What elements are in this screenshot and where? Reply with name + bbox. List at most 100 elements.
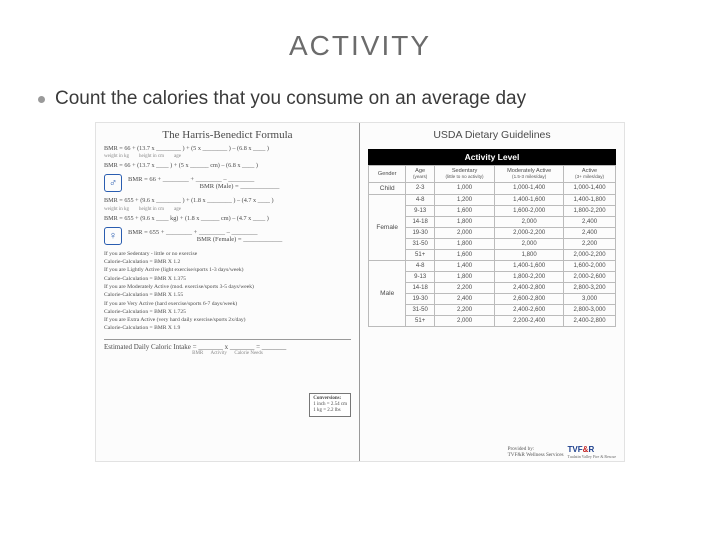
worksheet-image: The Harris-Benedict Formula BMR = 66 + (… [95,122,625,462]
note-line: Calorie-Calculation = BMR X 1.55 [104,292,351,299]
gender-cell: Female [369,194,406,260]
data-cell: 2,200 [564,238,616,249]
data-cell: 2,400 [564,227,616,238]
female-icon: ♀ [104,227,122,245]
note-line: If you are Extra Active (very hard daily… [104,317,351,324]
table-row: 31-502,2002,400-2,6002,800-3,000 [369,304,616,315]
harris-benedict-column: The Harris-Benedict Formula BMR = 66 + (… [96,123,360,461]
provided-org: TVF&R Wellness Services [508,452,564,458]
data-cell: 2,000-2,600 [564,271,616,282]
female-formula-1: BMR = 655 + (9.6 x ________ ) + (1.8 x _… [104,197,351,205]
female-formula-sub: weight in kg height in cm age [104,207,351,214]
tvfr-logo: TVF&R Tualatin Valley Fire & Rescue [568,445,616,459]
data-cell: 19-30 [406,293,435,304]
data-cell: 2-3 [406,182,435,194]
male-icon: ♂ [104,174,122,192]
conversions-box: Conversions: 1 inch = 2.54 cm 1 kg = 2.2… [309,393,351,417]
table-row: 51+2,0002,200-2,4002,400-2,800 [369,315,616,326]
table-header-row: Gender Age(years) Sedentary(little to no… [369,166,616,183]
data-cell: 1,200 [434,194,494,205]
data-cell: 2,000 [434,227,494,238]
data-cell: 1,400 [434,260,494,271]
bullet-item: Count the calories that you consume on a… [0,80,720,118]
th-sedentary: Sedentary(little to no activity) [434,166,494,183]
table-row: 9-131,6001,600-2,0001,800-2,200 [369,205,616,216]
data-cell: 2,600-2,800 [495,293,564,304]
data-cell: 2,800-3,200 [564,282,616,293]
right-heading: USDA Dietary Guidelines [368,129,616,145]
table-row: 9-131,8001,800-2,2002,000-2,600 [369,271,616,282]
table-row: 14-181,8002,0002,400 [369,216,616,227]
note-line: If you are Very Active (hard exercise/sp… [104,301,351,308]
est-formula: Estimated Daily Caloric Intake = _______… [104,343,351,351]
data-cell: 1,000 [434,182,494,194]
data-cell: 1,600-2,000 [564,260,616,271]
logo-subtitle: Tualatin Valley Fire & Rescue [568,454,616,459]
data-cell: 2,400-2,800 [495,282,564,293]
th-age: Age(years) [406,166,435,183]
data-cell: 3,000 [564,293,616,304]
data-cell: 31-50 [406,304,435,315]
data-cell: 4-8 [406,194,435,205]
note-line: If you are Sedentary - little or no exer… [104,251,351,258]
activity-level-bar: Activity Level [368,149,616,165]
data-cell: 2,400 [564,216,616,227]
table-row: 14-182,2002,400-2,8002,800-3,200 [369,282,616,293]
data-cell: 2,000 [495,238,564,249]
data-cell: 1,800 [434,238,494,249]
female-formula-block: BMR = 655 + (9.6 x ________ ) + (1.8 x _… [104,197,351,222]
data-cell: 9-13 [406,271,435,282]
gender-cell: Male [369,260,406,326]
note-line: Calorie-Calculation = BMR X 1.2 [104,259,351,266]
data-cell: 2,200 [434,304,494,315]
female-calc: BMR = 655 + ________ + ________ – ______… [128,229,351,236]
data-cell: 2,800-3,000 [564,304,616,315]
est-sub: BMR Activity Calorie Needs [104,351,351,356]
bullet-icon [38,96,45,103]
activity-table: Gender Age(years) Sedentary(little to no… [368,165,616,327]
activity-multiplier-notes: If you are Sedentary - little or no exer… [104,251,351,333]
male-result: BMR (Male) = ____________ [128,183,351,190]
data-cell: 2,200 [434,282,494,293]
slide-title: ACTIVITY [0,0,720,80]
data-cell: 1,800 [434,271,494,282]
data-cell: 51+ [406,315,435,326]
male-calc: BMR = 66 + ________ + ________ – _______… [128,176,351,183]
female-row: ♀ BMR = 655 + ________ + ________ – ____… [104,227,351,245]
th-active: Active(3+ miles/day) [564,166,616,183]
th-moderate: Moderately Active(1.5-3 miles/day) [495,166,564,183]
data-cell: 1,000-1,400 [495,182,564,194]
note-line: Calorie-Calculation = BMR X 1.9 [104,325,351,332]
note-line: If you are Lightly Active (light exercis… [104,267,351,274]
data-cell: 1,600 [434,205,494,216]
data-cell: 2,000-2,200 [564,249,616,260]
male-formula-sub: weight in kg height in cm age [104,154,351,161]
table-row: Male4-81,4001,400-1,6001,600-2,000 [369,260,616,271]
table-row: 19-302,0002,000-2,2002,400 [369,227,616,238]
data-cell: 9-13 [406,205,435,216]
data-cell: 2,400 [434,293,494,304]
note-line: Calorie-Calculation = BMR X 1.375 [104,276,351,283]
data-cell: 1,800-2,200 [495,271,564,282]
data-cell: 4-8 [406,260,435,271]
note-line: Calorie-Calculation = BMR X 1.725 [104,309,351,316]
gender-cell: Child [369,182,406,194]
data-cell: 1,400-1,600 [495,194,564,205]
usda-column: USDA Dietary Guidelines Activity Level G… [360,123,624,461]
data-cell: 1,400-1,800 [564,194,616,205]
data-cell: 19-30 [406,227,435,238]
bullet-text: Count the calories that you consume on a… [55,88,526,110]
data-cell: 1,800-2,200 [564,205,616,216]
data-cell: 2,200-2,400 [495,315,564,326]
data-cell: 2,400-2,800 [564,315,616,326]
table-row: 51+1,6001,8002,000-2,200 [369,249,616,260]
left-heading: The Harris-Benedict Formula [104,129,351,145]
data-cell: 51+ [406,249,435,260]
data-cell: 2,400-2,600 [495,304,564,315]
data-cell: 14-18 [406,216,435,227]
female-formula-2: BMR = 655 + (9.6 x ____ kg) + (1.8 x ___… [104,215,351,223]
table-row: Female4-81,2001,400-1,6001,400-1,800 [369,194,616,205]
conv-line: 1 kg = 2.2 lbs [313,408,347,414]
male-formula-1: BMR = 66 + (13.7 x ________ ) + (5 x ___… [104,145,351,153]
data-cell: 2,000-2,200 [495,227,564,238]
